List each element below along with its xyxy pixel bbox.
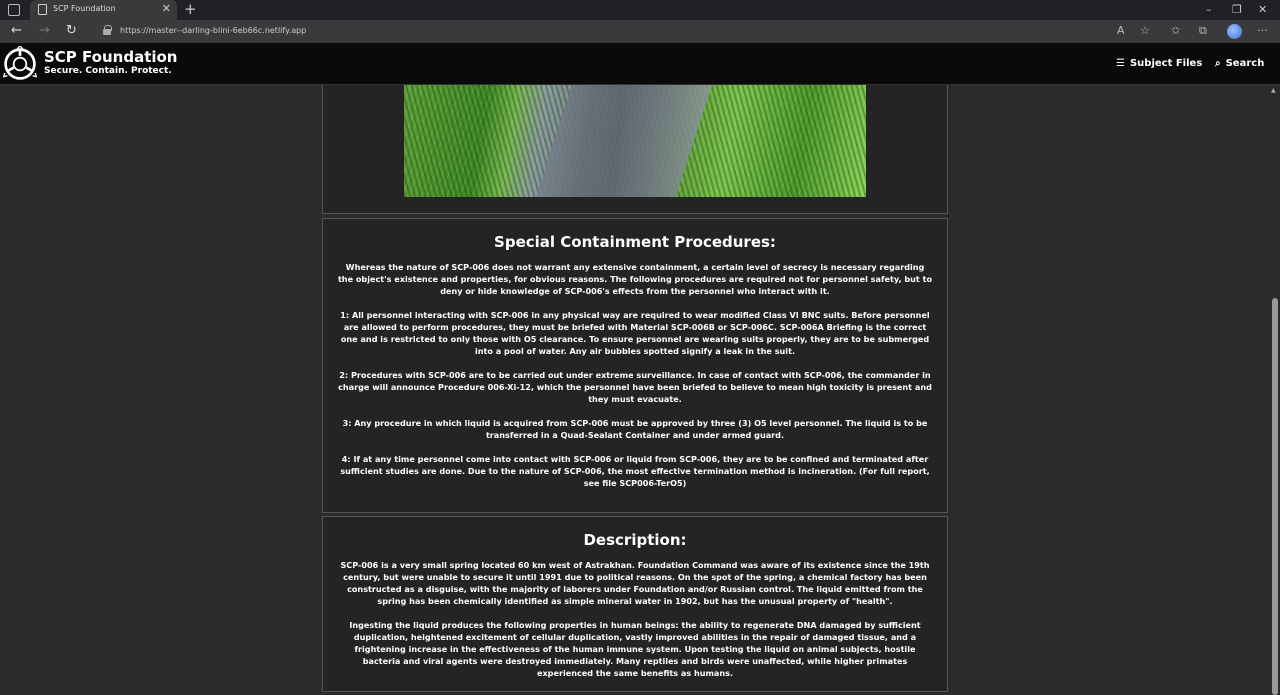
restore-icon[interactable]: ❐ — [1232, 3, 1242, 16]
minimize-icon[interactable]: – — [1206, 3, 1212, 16]
url-field[interactable]: https://master--darling-blini-6eb66c.net… — [120, 26, 306, 35]
address-bar: ← → ↻ https://master--darling-blini-6eb6… — [0, 20, 1280, 43]
description-paragraph: SCP-006 is a very small spring located 6… — [340, 560, 930, 606]
subject-files-button[interactable]: ☰ Subject Files — [1116, 58, 1202, 69]
containment-heading: Special Containment Procedures: — [494, 233, 776, 251]
back-icon[interactable]: ← — [11, 23, 22, 38]
containment-paragraph: Whereas the nature of SCP-006 does not w… — [337, 262, 933, 296]
search-button[interactable]: ⌕ Search — [1215, 58, 1264, 69]
site-header: SCP Foundation Secure. Contain. Protect.… — [0, 43, 1280, 85]
favorites-icon[interactable]: ✩ — [1171, 24, 1180, 37]
browser-tab-bar: SCP Foundation ✕ + – ❐ ✕ — [0, 0, 1280, 20]
containment-paragraph: 4: If at any time personnel come into co… — [340, 454, 930, 488]
tab-actions-icon[interactable] — [8, 4, 20, 16]
forward-icon[interactable]: → — [39, 23, 50, 38]
containment-paragraph: 3: Any procedure in which liquid is acqu… — [342, 418, 928, 440]
scroll-up-icon[interactable]: ▲ — [1271, 87, 1276, 94]
scp-logo-icon — [2, 46, 38, 80]
refresh-icon[interactable]: ↻ — [66, 23, 77, 38]
subject-files-label: Subject Files — [1129, 58, 1203, 69]
profile-avatar[interactable] — [1227, 24, 1242, 39]
description-heading: Description: — [583, 531, 687, 549]
add-favorite-icon[interactable]: ☆ — [1140, 24, 1150, 37]
containment-paragraph: 1: All personnel interacting with SCP-00… — [340, 310, 930, 356]
menu-icon: ☰ — [1116, 58, 1125, 69]
tab-title: SCP Foundation — [53, 4, 116, 13]
read-aloud-icon[interactable]: A — [1117, 24, 1125, 37]
site-tagline: Secure. Contain. Protect. — [44, 66, 172, 76]
collections-icon[interactable]: ⧉ — [1199, 24, 1207, 38]
close-tab-icon[interactable]: ✕ — [162, 2, 171, 15]
containment-section: Special Containment Procedures: Whereas … — [322, 218, 948, 513]
page-favicon-icon — [38, 4, 47, 15]
search-label: Search — [1225, 58, 1265, 69]
image-panel — [322, 85, 948, 214]
containment-paragraph: 2: Procedures with SCP-006 are to be car… — [338, 370, 932, 404]
browser-tab[interactable]: SCP Foundation ✕ — [30, 0, 177, 20]
more-menu-icon[interactable]: ··· — [1257, 24, 1268, 37]
close-window-icon[interactable]: ✕ — [1258, 3, 1267, 16]
lock-icon[interactable] — [103, 25, 112, 35]
scrollbar-thumb[interactable] — [1272, 298, 1278, 695]
new-tab-icon[interactable]: + — [184, 0, 197, 18]
search-icon: ⌕ — [1215, 58, 1221, 69]
description-paragraph: Ingesting the liquid produces the follow… — [349, 620, 921, 678]
description-section: Description: SCP-006 is a very small spr… — [322, 516, 948, 692]
site-title[interactable]: SCP Foundation — [44, 48, 177, 66]
spring-photo — [404, 85, 866, 197]
